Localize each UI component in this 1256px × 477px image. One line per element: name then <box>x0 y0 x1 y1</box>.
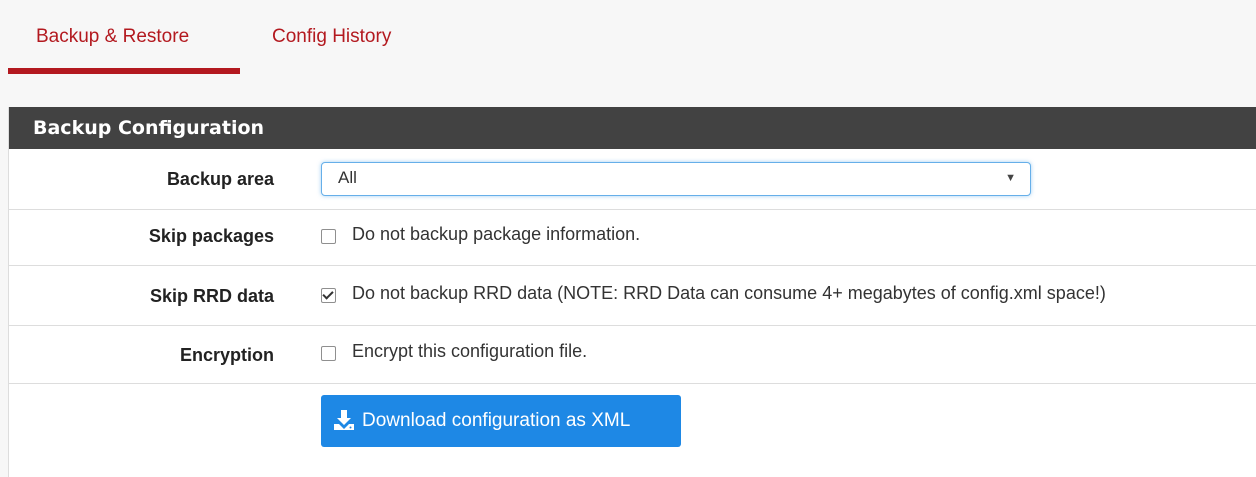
encryption-row: Encryption Encrypt this configuration fi… <box>9 325 1256 384</box>
tab-backup-restore-label: Backup & Restore <box>36 26 190 47</box>
skip-packages-text: Do not backup package information. <box>352 224 641 244</box>
backup-area-label: Backup area <box>166 169 274 189</box>
skip-rrd-checkbox[interactable] <box>321 288 336 303</box>
encryption-label: Encryption <box>179 345 274 365</box>
backup-area-row: Backup area All ▼ <box>9 149 1256 210</box>
panel-heading: Backup Configuration <box>9 107 1256 149</box>
download-icon <box>334 410 354 430</box>
active-tab-indicator <box>8 68 240 74</box>
tab-config-history-label: Config History <box>272 26 392 47</box>
download-configuration-button[interactable]: Download configuration as XML <box>321 395 681 447</box>
tab-backup-restore[interactable]: Backup & Restore <box>8 0 240 74</box>
encryption-text: Encrypt this configuration file. <box>352 341 588 361</box>
skip-packages-row: Skip packages Do not backup package info… <box>9 209 1256 266</box>
tab-config-history[interactable]: Config History <box>240 0 440 74</box>
backup-area-selected-value: All <box>338 168 357 187</box>
download-button-label: Download configuration as XML <box>362 410 631 431</box>
backup-area-select[interactable]: All ▼ <box>321 162 1031 196</box>
encryption-checkbox[interactable] <box>321 346 336 361</box>
skip-rrd-label: Skip RRD data <box>149 286 274 306</box>
skip-rrd-row: Skip RRD data Do not backup RRD data (NO… <box>9 265 1256 326</box>
caret-down-icon: ▼ <box>1005 172 1016 184</box>
backup-configuration-panel: Backup Configuration Backup area All ▼ S… <box>8 107 1256 477</box>
skip-packages-label: Skip packages <box>148 226 274 246</box>
panel-title: Backup Configuration <box>33 117 265 139</box>
skip-packages-checkbox[interactable] <box>321 229 336 244</box>
tab-bar: Backup & Restore Config History <box>0 0 1256 106</box>
page: Backup & Restore Config History Backup C… <box>0 0 1256 477</box>
download-row: Download configuration as XML <box>9 383 1256 477</box>
skip-rrd-text: Do not backup RRD data (NOTE: RRD Data c… <box>352 283 1106 303</box>
